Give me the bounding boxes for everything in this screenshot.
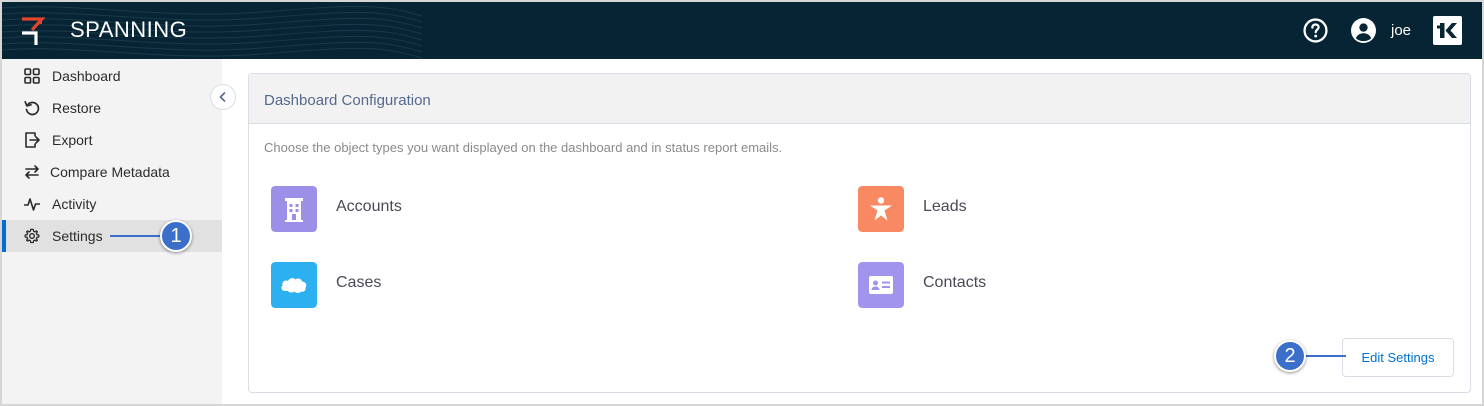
restore-icon [24, 100, 40, 116]
object-type-leads[interactable]: Leads [858, 186, 1058, 232]
sidebar-item-export[interactable]: Export [2, 124, 222, 156]
app-window: SPANNING joe Dashboard Restore Export Co… [0, 0, 1484, 406]
contacts-card-icon [858, 262, 904, 308]
active-indicator [2, 220, 6, 252]
header-wave-decoration [2, 5, 422, 59]
sidebar-item-label: Restore [52, 100, 102, 116]
sidebar-item-label: Activity [52, 196, 97, 212]
user-name[interactable]: joe [1391, 22, 1411, 39]
callout-badge-1: 1 [160, 220, 192, 252]
top-header: SPANNING joe [2, 2, 1482, 59]
edit-settings-button[interactable]: Edit Settings [1342, 338, 1454, 377]
card-header: Dashboard Configuration [249, 74, 1470, 124]
leads-star-person-icon [858, 186, 904, 232]
compare-arrows-icon [25, 165, 39, 179]
object-label: Contacts [923, 274, 987, 291]
accounts-building-icon [271, 186, 317, 232]
gear-icon [24, 228, 40, 244]
activity-pulse-icon [24, 198, 40, 211]
card-title: Dashboard Configuration [264, 92, 431, 109]
spanning-logo-icon [22, 17, 46, 45]
cases-cloud-icon [271, 262, 317, 308]
card-description: Choose the object types you want display… [264, 140, 783, 155]
object-label: Leads [923, 198, 967, 215]
sidebar-item-activity[interactable]: Activity [2, 188, 222, 220]
kaseya-logo-icon[interactable] [1433, 16, 1462, 45]
sidebar-collapse-button[interactable] [210, 84, 236, 110]
sidebar-item-dashboard[interactable]: Dashboard [2, 60, 222, 92]
object-label: Cases [336, 274, 382, 291]
user-avatar-icon[interactable] [1351, 18, 1376, 43]
sidebar-item-label: Dashboard [52, 68, 121, 84]
chevron-left-icon [219, 92, 226, 102]
object-label: Accounts [336, 198, 402, 215]
sidebar-item-label: Compare Metadata [50, 164, 170, 180]
brand-name: SPANNING [70, 17, 188, 42]
dashboard-grid-icon [24, 68, 40, 84]
sidebar-item-compare-metadata[interactable]: Compare Metadata [2, 156, 222, 188]
export-icon [25, 132, 40, 148]
sidebar-item-label: Settings [52, 228, 103, 244]
sidebar-item-label: Export [52, 132, 93, 148]
object-type-accounts[interactable]: Accounts [271, 186, 471, 232]
sidebar-item-restore[interactable]: Restore [2, 92, 222, 124]
callout-2-line [1300, 355, 1346, 357]
object-type-cases[interactable]: Cases [271, 262, 471, 308]
object-type-contacts[interactable]: Contacts [858, 262, 1058, 308]
callout-badge-2: 2 [1274, 340, 1306, 372]
help-icon[interactable] [1303, 18, 1328, 43]
